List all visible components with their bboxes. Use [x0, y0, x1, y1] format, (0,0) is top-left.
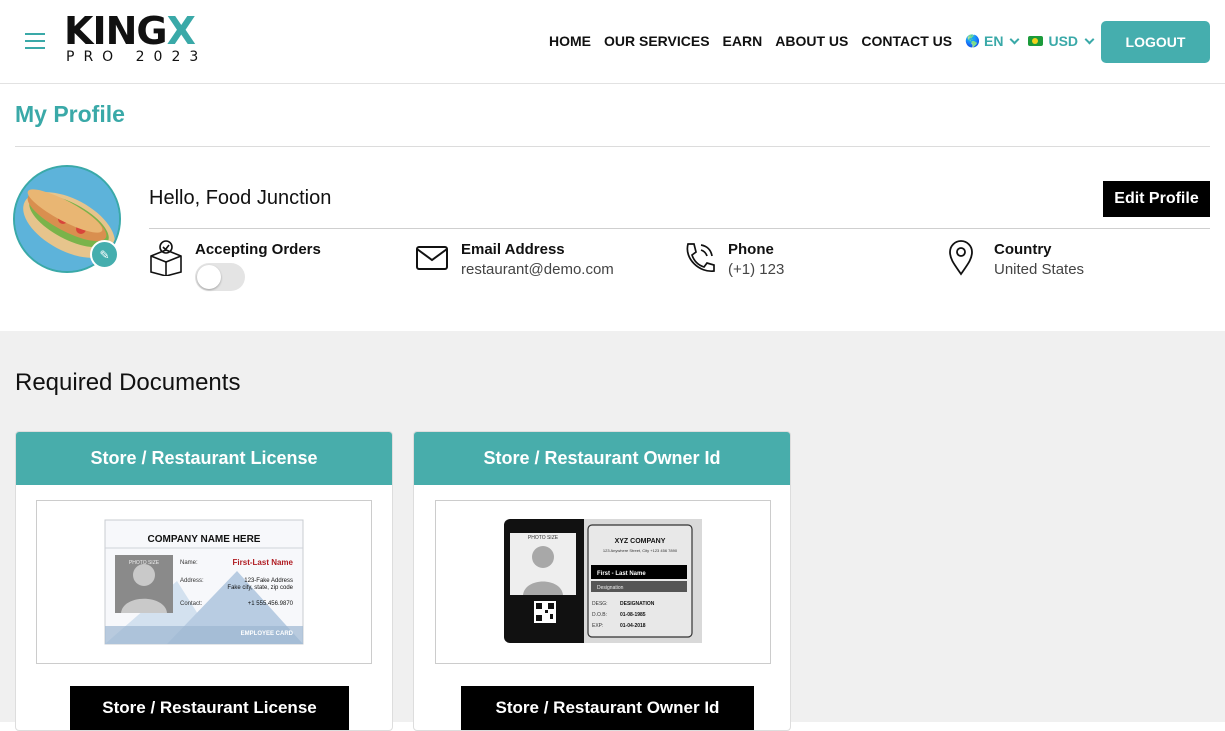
card-header: Store / Restaurant Owner Id: [414, 432, 790, 485]
license-photo-text: PHOTO SIZE: [129, 560, 160, 566]
edit-profile-button[interactable]: Edit Profile: [1103, 181, 1210, 217]
globe-icon: 🌎: [965, 34, 981, 48]
upload-license-button[interactable]: Store / Restaurant License: [70, 686, 349, 730]
license-image[interactable]: COMPANY NAME HERE PHOTO SIZE Name: First…: [36, 500, 372, 664]
license-address-line1: 123-Fake Address: [244, 578, 293, 584]
license-company: COMPANY NAME HERE: [148, 534, 261, 545]
accepting-orders-label: Accepting Orders: [195, 241, 321, 258]
country-block: Country United States: [948, 240, 1084, 278]
owner-dob-label: D.O.B:: [592, 612, 607, 618]
license-name-value: First-Last Name: [233, 558, 294, 567]
envelope-icon: [416, 246, 448, 270]
nav-home[interactable]: HOME: [549, 33, 591, 49]
page-title: My Profile: [15, 101, 125, 127]
card-header: Store / Restaurant License: [16, 432, 392, 485]
document-card-owner-id: Store / Restaurant Owner Id PHOTO SIZE X…: [413, 431, 791, 731]
upload-owner-id-button[interactable]: Store / Restaurant Owner Id: [461, 686, 754, 730]
license-address-line2: Fake city, state, zip code: [227, 585, 293, 591]
license-name-label: Name:: [180, 560, 198, 566]
country-value: United States: [994, 261, 1085, 278]
chevron-down-icon: [1084, 34, 1095, 44]
brand-logo[interactable]: KINGX PRO 2023: [64, 12, 207, 65]
owner-exp-label: EXP:: [592, 623, 603, 629]
currency-selector[interactable]: USD: [1028, 33, 1095, 49]
nav-earn[interactable]: EARN: [723, 33, 763, 49]
hamburger-menu-icon[interactable]: [25, 33, 45, 49]
owner-company: XYZ COMPANY: [615, 538, 666, 545]
language-value: EN: [984, 33, 1004, 49]
language-selector[interactable]: 🌎 EN: [965, 33, 1020, 49]
required-documents-section: Required Documents Store / Restaurant Li…: [0, 331, 1225, 731]
owner-dob-value: 01-08-1985: [620, 612, 646, 618]
owner-id-image[interactable]: PHOTO SIZE XYZ COMPANY 123 Anywhere Stre…: [435, 500, 771, 664]
chevron-down-icon: [1010, 34, 1020, 44]
country-label: Country: [994, 241, 1052, 258]
license-footer: EMPLOYEE CARD: [241, 631, 294, 637]
accepting-orders-block: Accepting Orders: [149, 240, 321, 291]
phone-icon: [686, 243, 715, 272]
main-nav: HOME OUR SERVICES EARN ABOUT US CONTACT …: [549, 33, 1103, 49]
flag-icon: [1028, 36, 1044, 46]
owner-exp-value: 01-04-2018: [620, 623, 646, 629]
email-block: Email Address restaurant@demo.com: [415, 240, 614, 278]
pencil-icon: ✎: [99, 247, 110, 262]
license-address-label: Address:: [180, 578, 204, 584]
divider: [149, 228, 1210, 229]
email-value: restaurant@demo.com: [461, 261, 614, 278]
section-title: Required Documents: [15, 369, 241, 396]
license-contact-label: Contact:: [180, 601, 203, 607]
phone-block: Phone (+1) 123: [682, 240, 784, 278]
document-card-license: Store / Restaurant License COMPANY NAME …: [15, 431, 393, 731]
owner-designation: Designation: [597, 585, 624, 591]
owner-name: First - Last Name: [597, 571, 646, 577]
divider: [15, 146, 1210, 147]
currency-value: USD: [1048, 33, 1079, 49]
accepting-orders-toggle[interactable]: [195, 263, 245, 291]
greeting: Hello, Food Junction: [149, 187, 332, 209]
box-check-icon: [150, 240, 182, 276]
email-label: Email Address: [461, 241, 565, 258]
top-header: KINGX PRO 2023 HOME OUR SERVICES EARN AB…: [0, 0, 1225, 84]
phone-value: (+1) 123: [728, 261, 785, 278]
owner-desg-label: DESG:: [592, 601, 608, 607]
logo-tagline: PRO 2023: [66, 49, 208, 65]
phone-label: Phone: [728, 241, 774, 258]
nav-contact-us[interactable]: CONTACT US: [861, 33, 952, 49]
nav-about-us[interactable]: ABOUT US: [775, 33, 848, 49]
owner-desg-value: DESIGNATION: [620, 601, 655, 607]
nav-our-services[interactable]: OUR SERVICES: [604, 33, 710, 49]
owner-address: 123 Anywhere Street, City +123 456 7890: [603, 548, 678, 553]
logo-text: KINGX: [64, 9, 196, 53]
owner-photo-text: PHOTO SIZE: [528, 535, 559, 541]
license-contact-value: +1 555.456.9870: [248, 601, 294, 607]
edit-avatar-button[interactable]: ✎: [90, 240, 119, 269]
logout-button[interactable]: LOGOUT: [1101, 21, 1210, 63]
location-pin-icon: [949, 240, 973, 276]
